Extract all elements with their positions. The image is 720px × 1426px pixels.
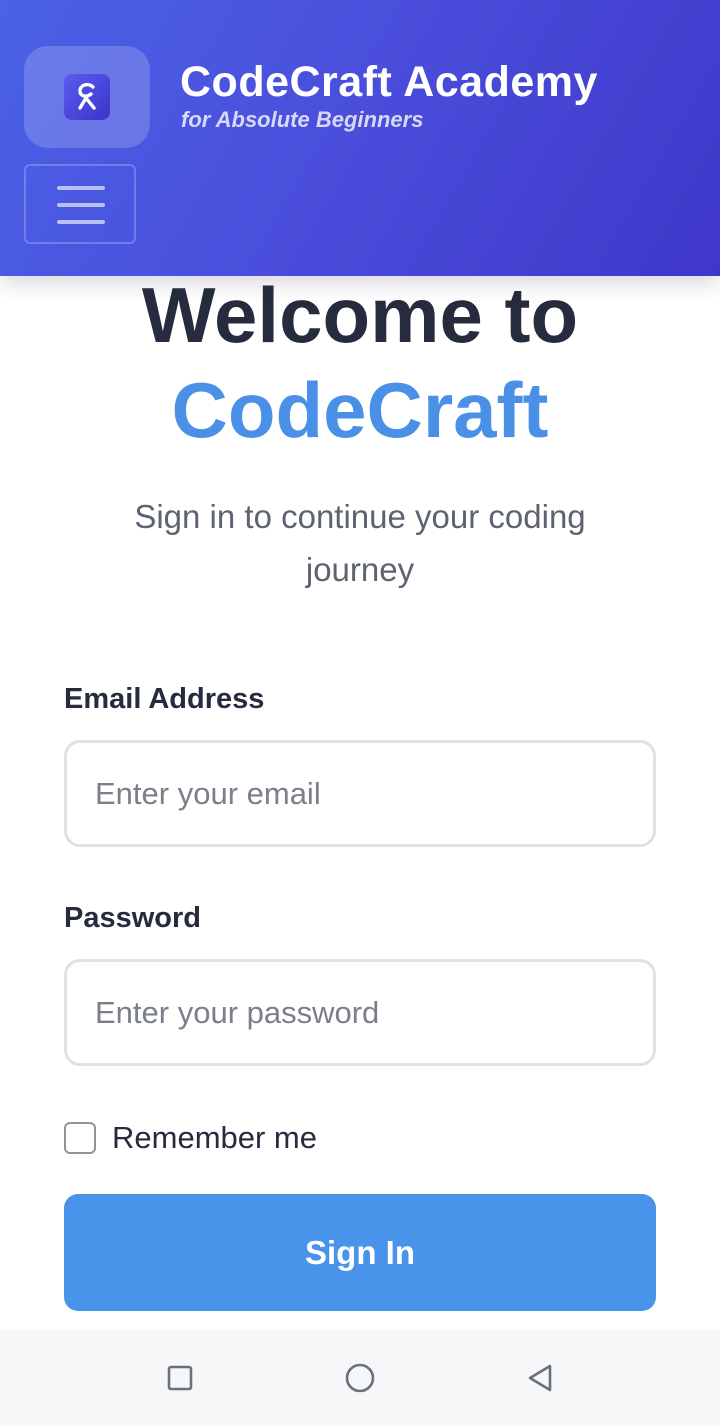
square-recents-icon bbox=[167, 1365, 193, 1391]
app-header: CodeCraft Academy for Absolute Beginners bbox=[0, 0, 720, 276]
triangle-back-icon bbox=[528, 1364, 552, 1392]
login-screen: CodeCraft Academy for Absolute Beginners… bbox=[0, 0, 720, 1426]
logo[interactable] bbox=[24, 46, 150, 148]
hamburger-menu-icon-bar bbox=[57, 220, 105, 224]
welcome-heading: Welcome to bbox=[141, 271, 579, 359]
circle-home-icon bbox=[345, 1363, 375, 1393]
remember-me-row[interactable]: Remember me bbox=[64, 1120, 317, 1156]
remember-me-label[interactable]: Remember me bbox=[112, 1120, 317, 1156]
email-label: Email Address bbox=[64, 683, 265, 715]
password-label: Password bbox=[64, 902, 201, 934]
hamburger-menu-icon bbox=[57, 186, 105, 190]
sign-in-button[interactable]: Sign In bbox=[64, 1194, 656, 1311]
brand-heading: CodeCraft bbox=[171, 366, 549, 454]
tagline: Sign in to continue your coding journey bbox=[134, 498, 586, 588]
brand-subtitle: for Absolute Beginners bbox=[181, 107, 424, 132]
email-field[interactable] bbox=[64, 740, 656, 847]
hamburger-menu-icon-bar bbox=[57, 203, 105, 207]
system-nav-bar bbox=[0, 1330, 720, 1426]
brand-title: CodeCraft Academy bbox=[180, 58, 598, 106]
home-button[interactable] bbox=[340, 1358, 380, 1398]
back-button[interactable] bbox=[520, 1358, 560, 1398]
remember-me-checkbox[interactable] bbox=[64, 1122, 96, 1154]
recents-button[interactable] bbox=[160, 1358, 200, 1398]
menu-button[interactable] bbox=[24, 164, 136, 244]
code-craft-logo-icon bbox=[64, 74, 110, 120]
logo-glyph bbox=[78, 82, 96, 110]
password-field[interactable] bbox=[64, 959, 656, 1066]
